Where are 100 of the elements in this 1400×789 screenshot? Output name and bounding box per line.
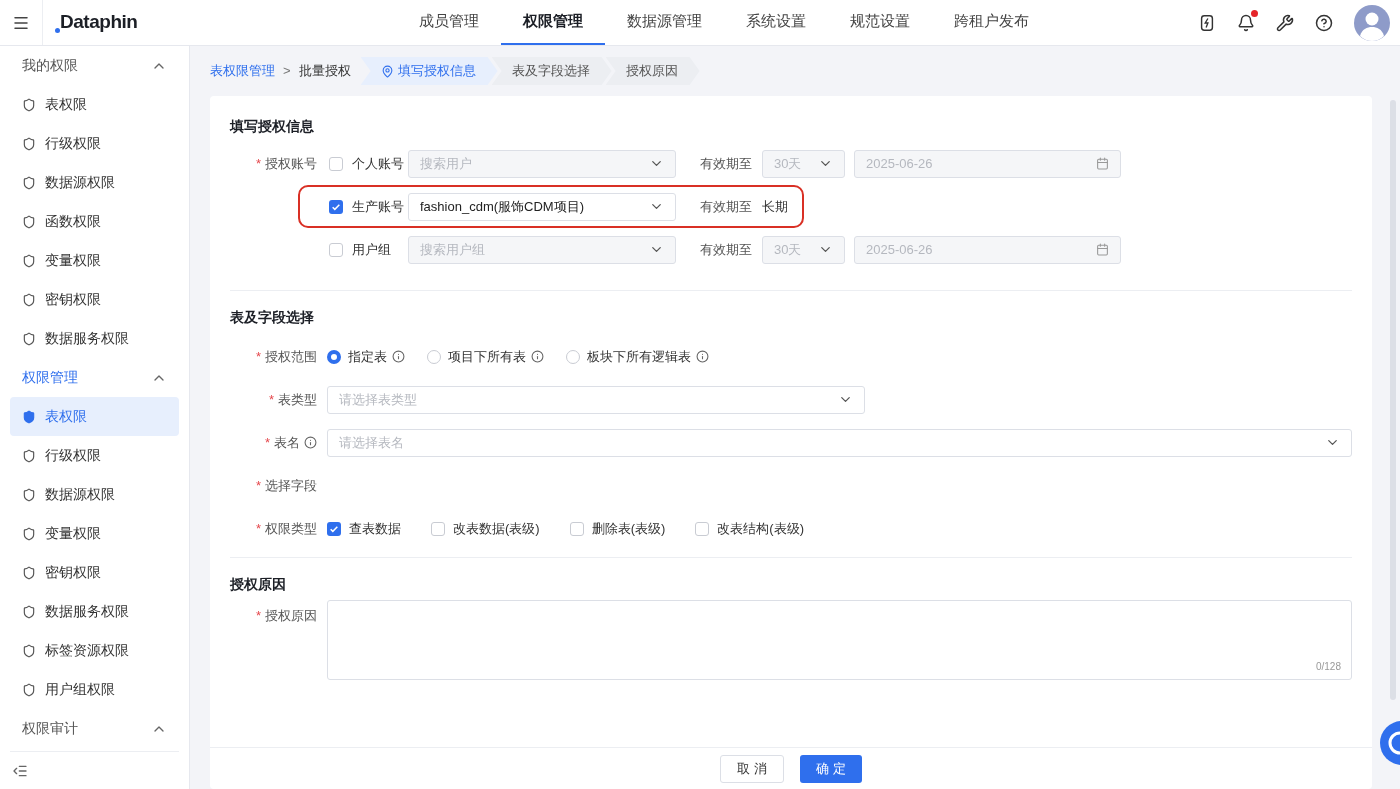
checkbox-label: 改表数据(表级) <box>453 519 540 538</box>
sidebar-item[interactable]: 用户组权限 <box>10 670 179 709</box>
checkbox[interactable] <box>327 521 341 536</box>
required-mark: * <box>255 607 261 625</box>
info-icon <box>531 350 544 363</box>
shield-icon <box>22 526 36 541</box>
shield-icon <box>22 643 36 658</box>
radio-label: 项目下所有表 <box>448 347 526 366</box>
select-placeholder: 请选择表类型 <box>339 390 417 409</box>
field-label: 授权范围 <box>265 347 317 366</box>
select-value: fashion_cdm(服饰CDM项目) <box>420 197 584 216</box>
breadcrumb-link[interactable]: 表权限管理 <box>210 61 275 81</box>
shield-icon <box>22 604 36 619</box>
select-value: 搜索用户组 <box>420 240 485 259</box>
step-tab[interactable]: 填写授权信息 <box>360 57 498 85</box>
field-label: 授权原因 <box>265 607 317 625</box>
help-icon[interactable] <box>1315 13 1333 32</box>
step-tab[interactable]: 授权原因 <box>605 57 700 85</box>
checkbox-label: 生产账号 <box>352 197 405 216</box>
required-mark: * <box>268 390 274 409</box>
sidebar-item[interactable]: 数据源权限 <box>10 475 179 514</box>
group-title: 权限审计 <box>22 719 78 738</box>
assistant-button-icon[interactable] <box>1380 721 1400 765</box>
sidebar-item[interactable]: 变量权限 <box>10 241 179 280</box>
nav-tab[interactable]: 规范设置 <box>828 0 932 45</box>
shield-icon <box>22 136 36 151</box>
wrench-icon[interactable] <box>1276 13 1294 32</box>
shield-icon <box>22 565 36 580</box>
radio-button[interactable] <box>327 349 341 364</box>
expiry-label: 有效期至 <box>700 197 752 216</box>
checkbox[interactable] <box>329 242 343 257</box>
checkbox[interactable] <box>569 521 584 536</box>
shield-icon <box>22 448 36 463</box>
select-value: 搜索用户 <box>420 154 472 173</box>
shield-icon <box>22 97 36 112</box>
sidebar-item[interactable]: 数据服务权限 <box>10 319 179 358</box>
sidebar-item[interactable]: 密钥权限 <box>10 280 179 319</box>
breadcrumb-current: 批量授权 <box>298 62 351 81</box>
info-icon <box>304 436 317 449</box>
field-label: 授权账号 <box>265 154 317 173</box>
nav-tab[interactable]: 数据源管理 <box>605 0 724 45</box>
select-value: 30天 <box>774 154 802 173</box>
sidebar-item[interactable]: 数据源权限 <box>10 163 179 202</box>
checkbox[interactable] <box>329 156 343 171</box>
sidebar-item[interactable]: 数据服务权限 <box>10 592 179 631</box>
shield-icon <box>22 214 36 229</box>
sidebar-item[interactable]: 函数权限 <box>10 202 179 241</box>
logo[interactable]: Dataphin <box>60 8 138 37</box>
date-value: 2025-06-26 <box>866 154 933 173</box>
field-label: 选择字段 <box>265 476 317 495</box>
checkbox-label: 用户组 <box>352 240 392 259</box>
nav-tab[interactable]: 成员管理 <box>397 0 501 45</box>
shield-icon <box>22 331 36 346</box>
checkbox[interactable] <box>431 521 445 536</box>
sidebar-item[interactable]: 变量权限 <box>10 514 179 553</box>
step-tab[interactable]: 表及字段选择 <box>491 57 612 85</box>
checkbox-label: 改表结构(表级) <box>717 519 804 538</box>
shield-icon <box>22 487 36 502</box>
breadcrumb-separator: > <box>283 62 291 81</box>
account-select[interactable]: fashion_cdm(服饰CDM项目) <box>408 192 676 221</box>
character-counter: 0/128 <box>1315 660 1341 674</box>
sidebar-item[interactable]: 行级权限 <box>10 436 179 475</box>
confirm-button[interactable]: 确 定 <box>800 754 862 783</box>
field-label: 表类型 <box>278 390 317 409</box>
info-icon <box>392 350 405 363</box>
sidebar-group-header[interactable]: 权限审计 <box>10 709 179 748</box>
sidebar-group-header[interactable]: 权限管理 <box>10 358 179 397</box>
sidebar-item[interactable]: 行级权限 <box>10 124 179 163</box>
nav-tab[interactable]: 系统设置 <box>724 0 828 45</box>
cancel-button[interactable]: 取 消 <box>720 754 784 783</box>
sidebar-item[interactable]: 标签资源权限 <box>10 631 179 670</box>
shield-icon <box>22 253 36 268</box>
sidebar-item[interactable]: 密钥权限 <box>10 553 179 592</box>
sidebar-group-header[interactable]: 我的权限 <box>10 46 179 85</box>
checkbox-label: 查表数据 <box>349 519 401 538</box>
expiry-label: 有效期至 <box>700 240 752 259</box>
nav-tab[interactable]: 权限管理 <box>501 0 605 45</box>
sidebar-item[interactable]: 表权限 <box>10 85 179 124</box>
radio-label: 板块下所有逻辑表 <box>587 347 691 366</box>
checkbox[interactable] <box>329 199 343 214</box>
info-icon <box>696 350 709 363</box>
required-mark: * <box>264 433 270 452</box>
shield-icon <box>22 409 36 424</box>
required-mark: * <box>255 519 261 538</box>
section-title: 授权原因 <box>230 575 287 594</box>
date-value: 2025-06-26 <box>866 240 933 259</box>
select-value: 30天 <box>774 240 802 259</box>
section-title: 表及字段选择 <box>230 308 315 327</box>
calendar-icon <box>1096 243 1109 256</box>
field-label: 权限类型 <box>265 519 317 538</box>
expiry-value: 长期 <box>762 197 788 216</box>
checkbox[interactable] <box>695 521 710 536</box>
avatar[interactable] <box>1354 4 1390 41</box>
shield-icon <box>22 292 36 307</box>
notification-bell-icon[interactable] <box>1237 13 1255 32</box>
nav-tab[interactable]: 跨租户发布 <box>932 0 1051 45</box>
select-placeholder: 请选择表名 <box>339 433 404 452</box>
sidebar-item[interactable]: 表权限 <box>10 397 179 436</box>
checkbox-label: 个人账号 <box>352 154 405 173</box>
power-bolt-icon[interactable] <box>1198 13 1216 32</box>
